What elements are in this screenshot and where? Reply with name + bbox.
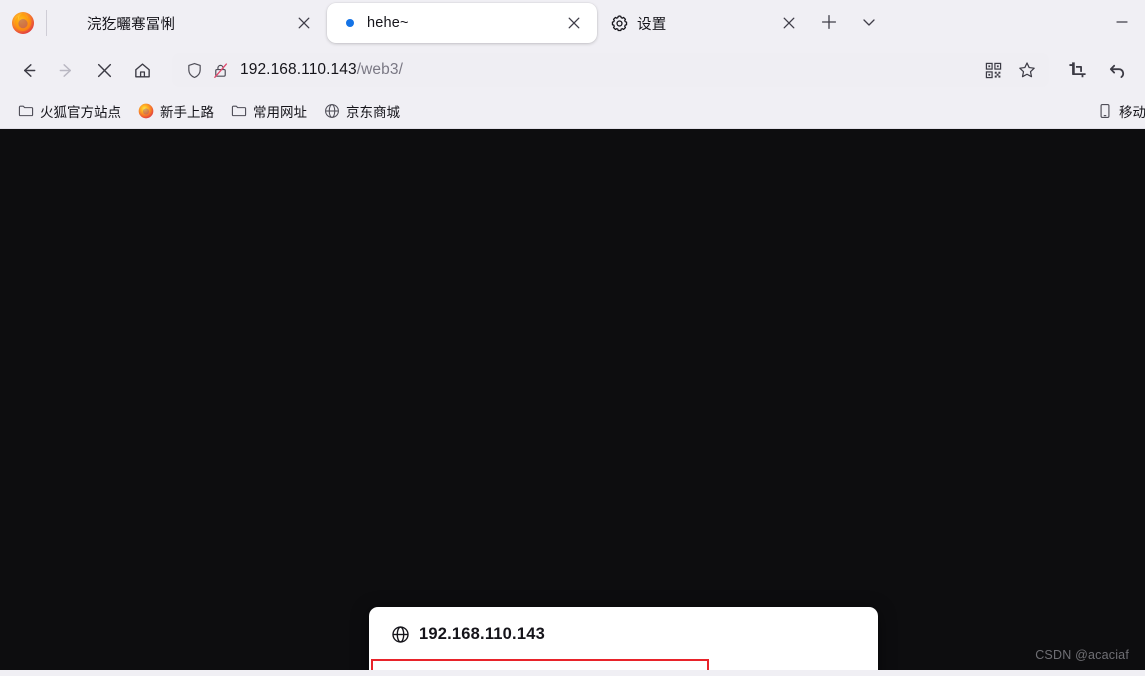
page-content-area: 192.168.110.143 Only allowed access by l…	[0, 129, 1145, 670]
bookmark-label: 移动	[1119, 105, 1145, 120]
qr-code-icon[interactable]	[977, 55, 1009, 85]
firefox-logo-icon	[137, 103, 154, 120]
tab-close-button[interactable]	[776, 10, 802, 36]
bookmark-label: 京东商城	[346, 105, 400, 120]
address-bar[interactable]: 192.168.110.143/web3/	[172, 53, 1049, 87]
bookmark-item-mobile[interactable]: 移动	[1089, 97, 1145, 125]
forward-arrow-icon	[48, 53, 84, 87]
insecure-connection-crossed-lock-icon[interactable]	[212, 62, 229, 79]
dialog-inner: 192.168.110.143 Only allowed access by l…	[369, 607, 878, 670]
bookmark-item-folder-common-sites[interactable]: 常用网址	[223, 97, 314, 125]
tab-close-button[interactable]	[291, 10, 317, 36]
crop-screenshot-icon[interactable]	[1059, 53, 1095, 87]
tab-title: 浣犵曬寋冨悧	[87, 16, 176, 33]
list-all-tabs-button[interactable]	[852, 5, 886, 39]
tab-strip: 浣犵曬寋冨悧 hehe~ 设置	[0, 0, 1145, 46]
browser-tab-3-settings[interactable]: 设置	[597, 0, 812, 46]
new-tab-button[interactable]	[812, 5, 846, 39]
window-controls	[1099, 0, 1145, 46]
tab-title: 设置	[637, 16, 667, 33]
url-host: 192.168.110.143	[240, 61, 357, 78]
stop-x-icon[interactable]	[86, 53, 122, 87]
bookmark-item-firefox-start[interactable]: 新手上路	[130, 97, 221, 125]
bookmark-item-folder-official[interactable]: 火狐官方站点	[10, 97, 128, 125]
tracking-protection-shield-icon[interactable]	[186, 62, 203, 79]
navigation-toolbar: 192.168.110.143/web3/	[0, 46, 1145, 94]
undo-arrow-icon[interactable]	[1099, 53, 1135, 87]
firefox-logo-icon	[0, 0, 46, 46]
bookmark-label: 常用网址	[253, 105, 307, 120]
address-bar-actions	[977, 55, 1043, 85]
tab-close-button[interactable]	[561, 10, 587, 36]
tabstrip-actions	[812, 0, 886, 46]
gear-icon	[611, 14, 628, 32]
address-bar-url: 192.168.110.143/web3/	[238, 61, 968, 79]
folder-icon	[17, 103, 34, 120]
globe-icon	[391, 625, 410, 644]
url-path: /web3/	[356, 61, 403, 78]
globe-icon	[323, 103, 340, 120]
browser-tab-2-active[interactable]: hehe~	[327, 3, 597, 43]
window-minimize-button[interactable]	[1099, 5, 1145, 39]
bookmark-item-jd[interactable]: 京东商城	[316, 97, 407, 125]
bookmark-label: 火狐官方站点	[40, 105, 121, 120]
mobile-phone-icon	[1096, 103, 1113, 120]
watermark: CSDN @acaciaf	[1035, 648, 1129, 662]
dialog-title: 192.168.110.143	[419, 625, 545, 643]
tab-title: hehe~	[367, 15, 409, 31]
blank-favicon	[61, 15, 78, 32]
bookmarks-bar: 火狐官方站点 新手上路 常用网址 京东商城 移动	[0, 94, 1145, 129]
browser-tab-1[interactable]: 浣犵曬寋冨悧	[47, 0, 327, 46]
star-icon[interactable]	[1011, 55, 1043, 85]
bookmark-label: 新手上路	[160, 105, 214, 120]
javascript-alert-dialog: 192.168.110.143 Only allowed access by l…	[369, 607, 878, 670]
blue-dot-favicon	[341, 15, 358, 32]
toolbar-right-actions	[1059, 53, 1135, 87]
back-arrow-icon[interactable]	[10, 53, 46, 87]
folder-icon	[230, 103, 247, 120]
dialog-header: 192.168.110.143	[391, 625, 856, 644]
dialog-message-highlight-box: Only allowed access by local address~	[371, 659, 709, 670]
home-icon[interactable]	[124, 53, 160, 87]
